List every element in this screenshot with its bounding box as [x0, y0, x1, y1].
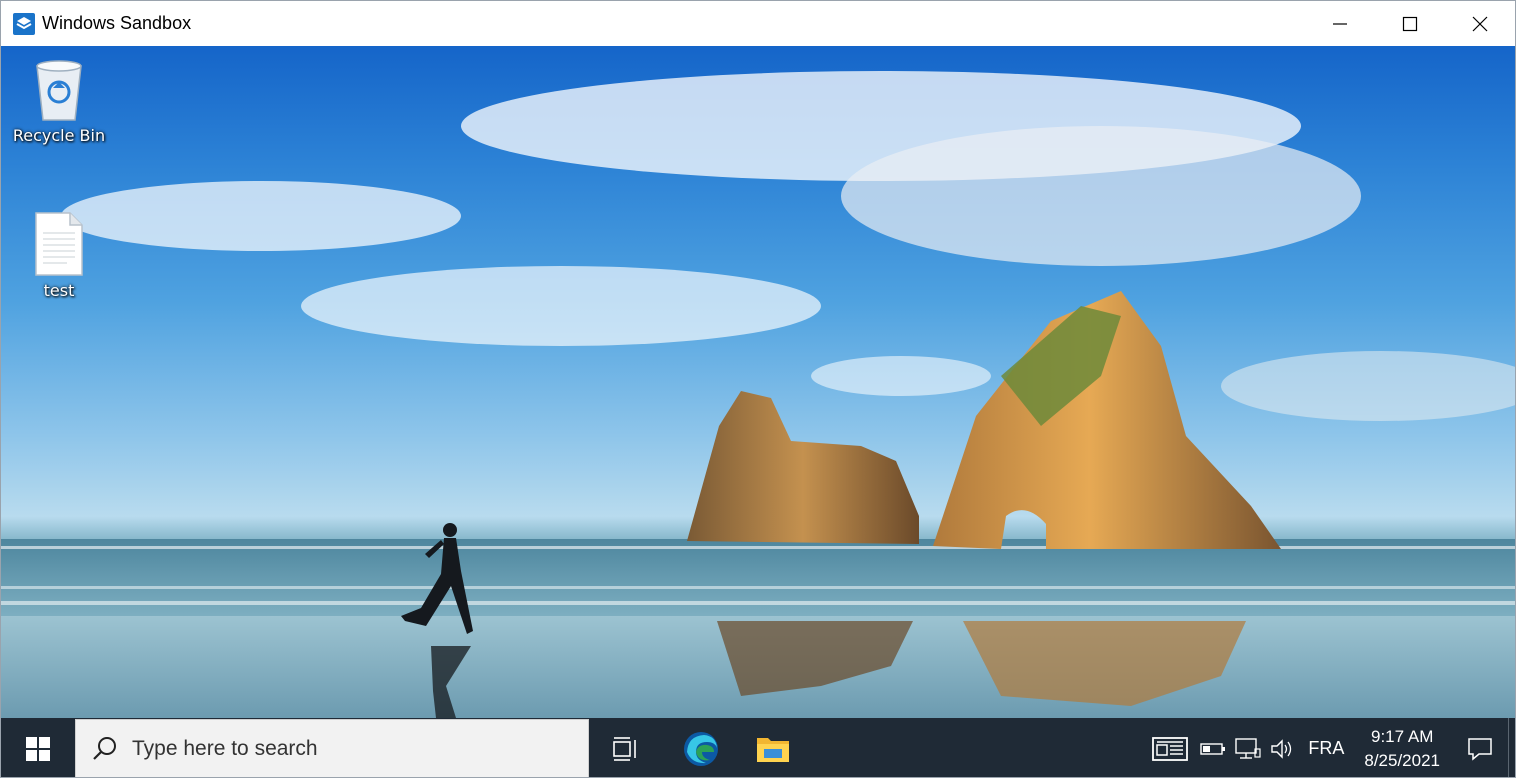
battery-icon [1200, 742, 1226, 755]
input-language-label: FRA [1308, 738, 1345, 758]
text-file-icon [35, 212, 83, 276]
windows-logo-icon [26, 736, 50, 761]
desktop-item-recycle-bin[interactable]: Recycle Bin [11, 56, 107, 145]
clock-date: 8/25/2021 [1364, 750, 1440, 770]
clock-button[interactable]: 9:17 AM 8/25/2021 [1352, 718, 1452, 777]
file-explorer-icon [757, 737, 789, 762]
network-tray-button[interactable] [1230, 718, 1266, 777]
sandbox-window: Windows Sandbox Recycle Bin test Type he… [0, 0, 1516, 778]
minimize-button[interactable] [1305, 1, 1375, 46]
network-icon [1235, 737, 1261, 759]
edge-icon [684, 731, 718, 766]
close-button[interactable] [1445, 1, 1515, 46]
task-view-button[interactable] [589, 718, 661, 777]
speaker-icon [1271, 738, 1292, 759]
battery-tray-button[interactable] [1196, 718, 1230, 777]
input-language-button[interactable]: FRA [1300, 718, 1352, 777]
system-tray: FRA 9:17 AM 8/25/2021 [1144, 718, 1515, 777]
desktop[interactable]: Recycle Bin test [1, 46, 1515, 718]
edge-taskbar-button[interactable] [661, 718, 741, 777]
desktop-item-label: Recycle Bin [12, 126, 106, 145]
desktop-item-test[interactable]: test [11, 211, 107, 300]
search-placeholder: Type here to search [132, 736, 318, 760]
volume-tray-button[interactable] [1266, 718, 1300, 777]
notifications-button[interactable] [1452, 718, 1508, 777]
taskbar-search-box[interactable]: Type here to search [75, 719, 589, 777]
recycle-bin-icon [36, 60, 82, 121]
taskbar: Type here to search FRA 9:17 AM 8/25/202… [1, 718, 1515, 777]
maximize-icon [1402, 16, 1418, 31]
minimize-icon [1333, 22, 1347, 25]
desktop-item-label: test [43, 281, 75, 300]
window-title: Windows Sandbox [42, 13, 192, 33]
maximize-button[interactable] [1375, 1, 1445, 46]
wallpaper [1, 71, 1515, 718]
close-icon [1472, 16, 1488, 31]
search-icon [93, 736, 116, 760]
news-icon [1152, 736, 1189, 761]
notification-center-icon [1468, 737, 1492, 761]
news-widget-button[interactable] [1144, 718, 1196, 777]
task-view-icon [613, 736, 636, 761]
start-button[interactable] [1, 718, 75, 777]
show-desktop-button[interactable] [1508, 718, 1515, 777]
title-bar[interactable]: Windows Sandbox [1, 1, 1515, 46]
file-explorer-taskbar-button[interactable] [741, 718, 805, 777]
sandbox-app-icon [13, 12, 35, 35]
clock-time: 9:17 AM [1370, 726, 1434, 746]
